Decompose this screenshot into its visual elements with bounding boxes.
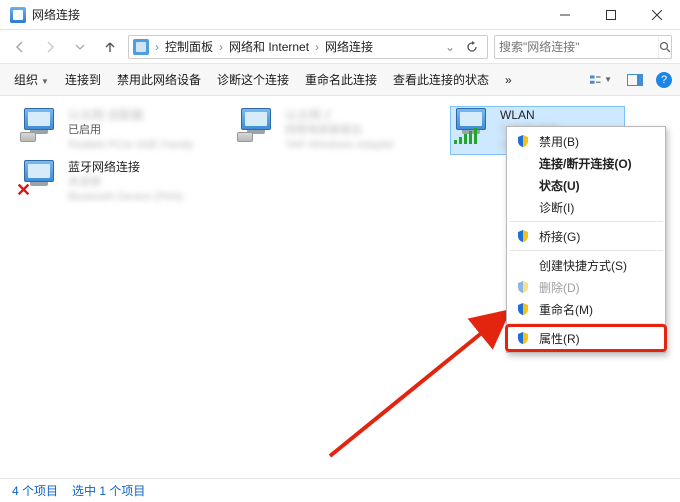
context-menu: 禁用(B) 连接/断开连接(O) 状态(U) 诊断(I) 桥接(G) 创建快捷方…	[506, 126, 666, 353]
close-button[interactable]	[634, 0, 680, 30]
chevron-right-icon: ›	[217, 40, 225, 54]
adapter-detail: Bluetooth Device (PAN)	[68, 190, 183, 205]
window-title: 网络连接	[32, 6, 80, 23]
adapter-detail: Realtek PCIe GbE Family	[68, 138, 193, 153]
ethernet-adapter-icon	[20, 108, 60, 144]
up-button[interactable]	[98, 35, 122, 59]
preview-pane-button[interactable]	[624, 69, 646, 91]
ctx-diagnose[interactable]: 诊断(I)	[509, 196, 663, 218]
adapter-status: 已启用	[68, 123, 193, 138]
crumb-network-internet[interactable]: 网络和 Internet	[229, 38, 309, 55]
selected-count: 选中 1 个项目	[72, 482, 145, 499]
more-menu[interactable]: »	[499, 70, 518, 90]
crumb-control-panel[interactable]: 控制面板	[165, 38, 213, 55]
help-button[interactable]: ?	[656, 72, 672, 88]
back-button[interactable]	[8, 35, 32, 59]
ctx-bridge[interactable]: 桥接(G)	[509, 225, 663, 247]
disable-device-button[interactable]: 禁用此网络设备	[111, 68, 207, 91]
chevron-down-icon: ▼	[38, 77, 49, 86]
bluetooth-adapter-item[interactable]: ✕ 蓝牙网络连接 未连接 Bluetooth Device (PAN)	[18, 158, 228, 207]
adapter-name: 蓝牙网络连接	[68, 160, 183, 175]
organize-menu[interactable]: 组织▼	[8, 68, 55, 91]
ethernet-adapter-icon	[237, 108, 277, 144]
forward-button[interactable]	[38, 35, 62, 59]
adapter-name: WLAN	[500, 108, 585, 123]
ctx-rename[interactable]: 重命名(M)	[509, 298, 663, 320]
item-count: 4 个项目	[12, 482, 58, 499]
chevron-right-icon: ›	[313, 40, 321, 54]
wlan-adapter-icon	[452, 108, 492, 144]
crumb-network-connections[interactable]: 网络连接	[325, 38, 373, 55]
toolbar: 组织▼ 连接到 禁用此网络设备 诊断这个连接 重命名此连接 查看此连接的状态 »…	[0, 64, 680, 96]
view-options-button[interactable]: ▼	[590, 69, 612, 91]
adapter-status: 网络电缆被拔出	[285, 123, 395, 138]
chevron-down-icon[interactable]: ⌄	[443, 40, 457, 54]
network-adapter-item[interactable]: 以太网 2 网络电缆被拔出 TAP-Windows Adapter	[235, 106, 445, 155]
shield-icon	[515, 228, 531, 244]
status-bar: 4 个项目 选中 1 个项目	[0, 478, 680, 502]
menu-separator	[509, 221, 663, 222]
diagnose-button[interactable]: 诊断这个连接	[211, 68, 295, 91]
chevron-right-icon: ›	[153, 40, 161, 54]
annotation-arrow	[320, 296, 530, 466]
ctx-disable[interactable]: 禁用(B)	[509, 130, 663, 152]
ctx-status[interactable]: 状态(U)	[509, 174, 663, 196]
adapter-status: 未连接	[68, 175, 183, 190]
search-button[interactable]	[658, 36, 671, 58]
menu-separator	[509, 250, 663, 251]
control-panel-icon	[133, 39, 149, 55]
adapter-detail: TAP-Windows Adapter	[285, 138, 395, 153]
minimize-button[interactable]	[542, 0, 588, 30]
adapter-name: 以太网 适配器	[68, 108, 193, 123]
menu-separator	[509, 323, 663, 324]
shield-icon	[515, 279, 531, 295]
ctx-create-shortcut[interactable]: 创建快捷方式(S)	[509, 254, 663, 276]
refresh-button[interactable]	[461, 36, 483, 58]
view-status-button[interactable]: 查看此连接的状态	[387, 68, 495, 91]
shield-icon	[515, 301, 531, 317]
search-input[interactable]	[495, 36, 658, 58]
network-adapter-item[interactable]: 以太网 适配器 已启用 Realtek PCIe GbE Family	[18, 106, 228, 155]
rename-button[interactable]: 重命名此连接	[299, 68, 383, 91]
ctx-connect-disconnect[interactable]: 连接/断开连接(O)	[509, 152, 663, 174]
bluetooth-adapter-icon: ✕	[20, 160, 60, 196]
maximize-button[interactable]	[588, 0, 634, 30]
app-icon	[10, 7, 26, 23]
content-area: 以太网 适配器 已启用 Realtek PCIe GbE Family 以太网 …	[0, 96, 680, 478]
search-box[interactable]	[494, 35, 672, 59]
connect-to-button[interactable]: 连接到	[59, 68, 107, 91]
address-bar[interactable]: › 控制面板 › 网络和 Internet › 网络连接 ⌄	[128, 35, 488, 59]
disconnected-icon: ✕	[16, 180, 31, 201]
ctx-properties[interactable]: 属性(R)	[509, 327, 663, 349]
shield-icon	[515, 133, 531, 149]
recent-dropdown[interactable]	[68, 35, 92, 59]
ctx-delete: 删除(D)	[509, 276, 663, 298]
shield-icon	[515, 330, 531, 346]
adapter-name: 以太网 2	[285, 108, 395, 123]
